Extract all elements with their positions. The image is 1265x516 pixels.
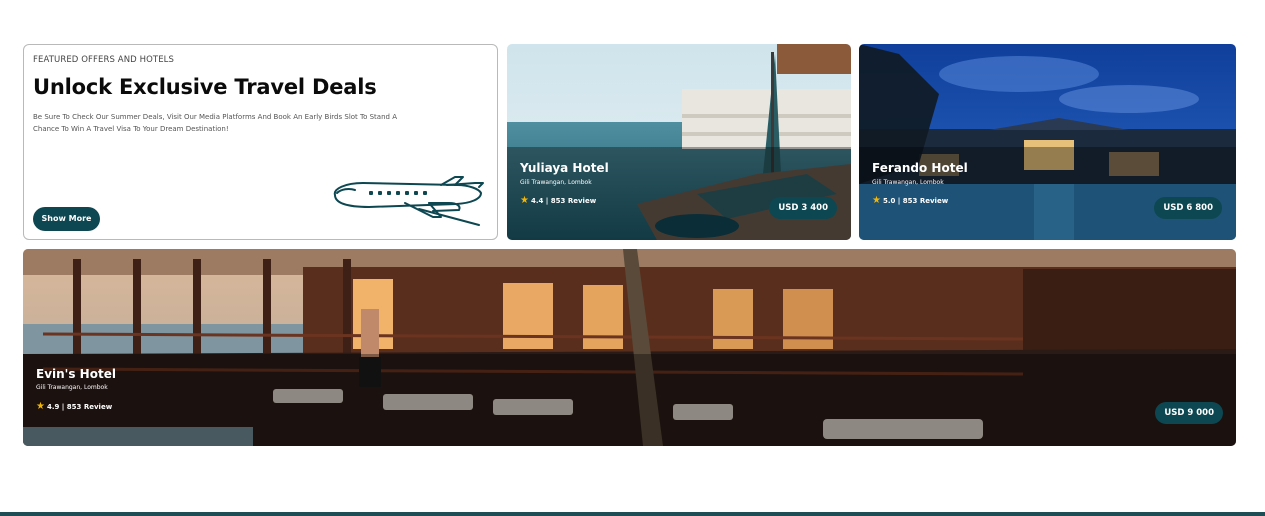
hotel-rating: ★ 4.4 | 853 Review <box>520 196 596 206</box>
featured-offers-eyebrow: FEATURED OFFERS AND HOTELS <box>33 55 174 65</box>
star-icon: ★ <box>36 401 45 412</box>
hotel-rating: ★ 5.0 | 853 Review <box>872 196 948 206</box>
price-button[interactable]: USD 9 000 <box>1155 402 1223 424</box>
hotel-card-yuliaya[interactable]: Yuliaya Hotel Gili Trawangan, Lombok ★ 4… <box>507 44 851 240</box>
star-icon: ★ <box>872 195 881 206</box>
promo-title: Unlock Exclusive Travel Deals <box>33 75 377 99</box>
hotel-rating-text: 5.0 | 853 Review <box>882 197 949 205</box>
star-icon: ★ <box>520 195 529 206</box>
hotel-card-ferando[interactable]: Ferando Hotel Gili Trawangan, Lombok ★ 5… <box>859 44 1236 240</box>
hotel-name: Evin's Hotel <box>36 367 116 381</box>
price-button[interactable]: USD 6 800 <box>1154 197 1222 219</box>
hotel-location: Gili Trawangan, Lombok <box>520 179 592 186</box>
promo-description: Be Sure To Check Our Summer Deals, Visit… <box>33 113 397 133</box>
next-section-image-edge <box>0 512 1265 516</box>
show-more-button[interactable]: Show More <box>33 207 100 231</box>
airplane-icon <box>333 176 484 226</box>
hotel-name: Ferando Hotel <box>872 161 968 175</box>
hotel-name: Yuliaya Hotel <box>520 161 609 175</box>
hotel-rating-text: 4.4 | 853 Review <box>530 197 597 205</box>
hotel-rating-text: 4.9 | 853 Review <box>46 403 113 411</box>
hotel-card-evins[interactable]: Evin's Hotel Gili Trawangan, Lombok ★ 4.… <box>23 249 1236 446</box>
hotel-location: Gili Trawangan, Lombok <box>872 179 944 186</box>
featured-offers-card: FEATURED OFFERS AND HOTELS Unlock Exclus… <box>23 44 498 240</box>
hotel-location: Gili Trawangan, Lombok <box>36 384 108 391</box>
card-overlay <box>23 354 1236 446</box>
hotel-rating: ★ 4.9 | 853 Review <box>36 402 112 412</box>
price-button[interactable]: USD 3 400 <box>769 197 837 219</box>
